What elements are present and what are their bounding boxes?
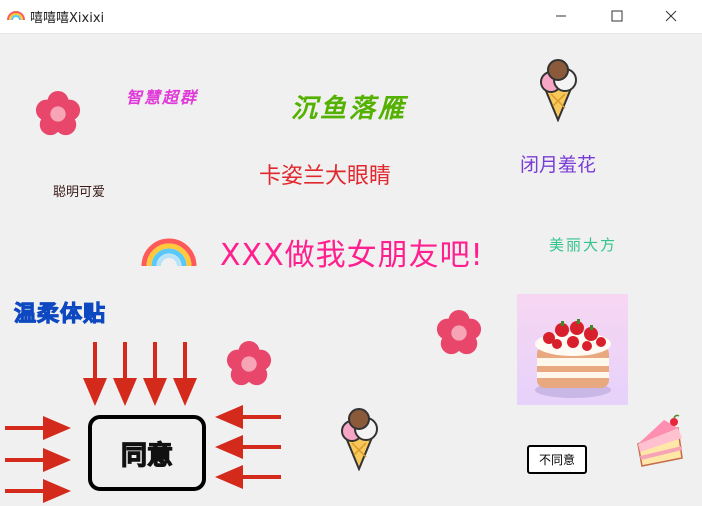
disagree-button[interactable]: 不同意 bbox=[527, 445, 587, 474]
arrow-left-icon bbox=[215, 405, 281, 429]
arrow-left-icon bbox=[215, 435, 281, 459]
maximize-icon bbox=[611, 10, 623, 22]
arrow-group-down bbox=[83, 342, 197, 406]
label-chenyu: 沉鱼落雁 bbox=[291, 94, 408, 124]
arrow-right-icon bbox=[5, 416, 71, 440]
window-title: 嘻嘻嘻Xixixi bbox=[30, 11, 105, 26]
agree-button[interactable]: 同意 bbox=[88, 415, 206, 491]
label-biyue: 闭月羞花 bbox=[520, 154, 597, 176]
title-bar: 嘻嘻嘻Xixixi bbox=[0, 0, 702, 34]
arrow-down-icon bbox=[143, 342, 167, 406]
flower-icon bbox=[35, 90, 81, 136]
label-meili: 美丽大方 bbox=[549, 236, 618, 254]
rainbow-icon bbox=[141, 238, 197, 267]
cake-image bbox=[517, 294, 628, 405]
arrow-group-left bbox=[215, 405, 281, 489]
arrow-down-icon bbox=[83, 342, 107, 406]
arrow-left-icon bbox=[215, 465, 281, 489]
main-message: XXX做我女朋友吧! bbox=[220, 238, 484, 273]
label-congming: 聪明可爱 bbox=[53, 185, 106, 200]
label-zhihui: 智慧超群 bbox=[126, 88, 199, 107]
flower-icon bbox=[436, 309, 482, 355]
label-kazi: 卡姿兰大眼睛 bbox=[259, 164, 392, 189]
maximize-button[interactable] bbox=[594, 0, 640, 32]
rainbow-app-icon bbox=[7, 11, 25, 21]
ice-cream-icon bbox=[540, 59, 577, 122]
close-button[interactable] bbox=[648, 0, 694, 32]
arrow-down-icon bbox=[173, 342, 197, 406]
arrow-right-icon bbox=[5, 448, 71, 472]
ice-cream-icon bbox=[341, 408, 378, 471]
minimize-icon bbox=[556, 15, 566, 17]
arrow-down-icon bbox=[113, 342, 137, 406]
cake-slice-icon bbox=[637, 414, 683, 467]
arrow-group-right bbox=[5, 416, 71, 503]
label-wenrou: 温柔体贴 bbox=[13, 302, 107, 328]
arrow-right-icon bbox=[5, 479, 71, 503]
flower-icon bbox=[226, 340, 272, 386]
close-icon bbox=[665, 10, 677, 22]
minimize-button[interactable] bbox=[538, 0, 584, 32]
